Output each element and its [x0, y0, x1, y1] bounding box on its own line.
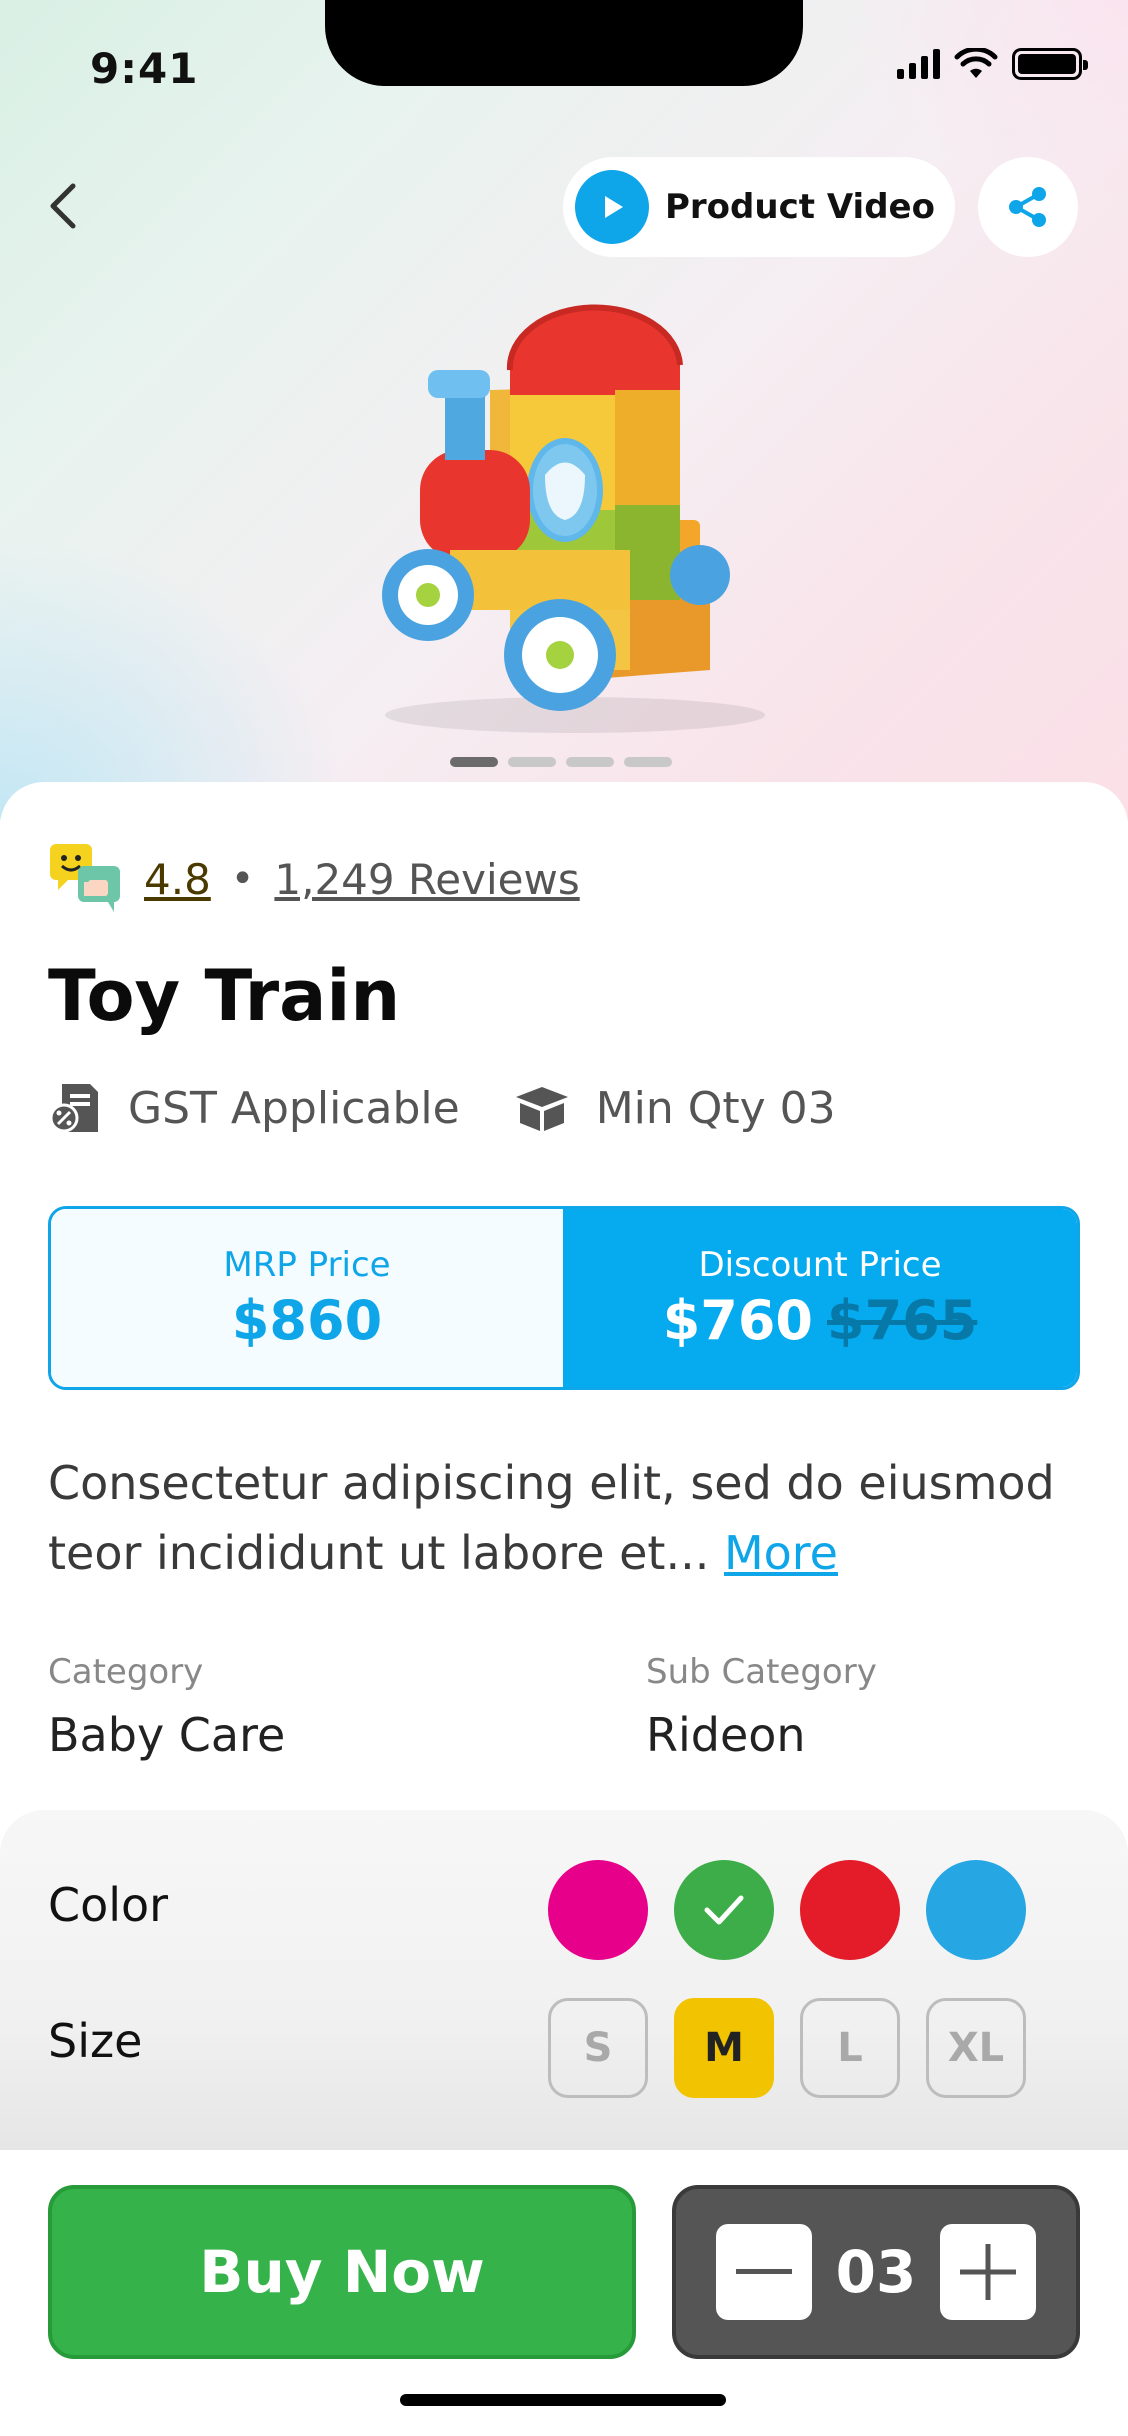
size-option-m[interactable]: M	[674, 1998, 774, 2098]
color-swatch-green[interactable]	[674, 1860, 774, 1960]
toy-train-image	[382, 304, 765, 733]
minus-icon	[736, 2269, 792, 2274]
mrp-value: $860	[231, 1288, 383, 1352]
mrp-label: MRP Price	[223, 1244, 391, 1285]
discount-price: Discount Price $760 $765	[563, 1209, 1077, 1387]
home-indicator[interactable]	[400, 2394, 726, 2406]
status-icons	[897, 48, 1088, 80]
play-icon	[575, 170, 649, 244]
discount-label: Discount Price	[698, 1244, 942, 1285]
buy-now-button[interactable]: Buy Now	[48, 2185, 636, 2359]
color-swatch-magenta[interactable]	[548, 1860, 648, 1960]
tax-document-icon	[49, 1084, 98, 1133]
subcategory-value: Rideon	[646, 1708, 806, 1762]
carousel-dot[interactable]	[624, 757, 672, 767]
mrp-price: MRP Price $860	[51, 1209, 563, 1387]
size-option-s[interactable]: S	[548, 1998, 648, 2098]
share-button[interactable]	[978, 157, 1078, 257]
quantity-value: 03	[835, 2238, 917, 2306]
device-notch	[325, 0, 803, 86]
product-video-label: Product Video	[665, 187, 935, 227]
category-value: Baby Care	[48, 1708, 286, 1762]
box-icon	[515, 1087, 568, 1131]
size-option-l[interactable]: L	[800, 1998, 900, 2098]
min-qty-label: Min Qty 03	[595, 1082, 836, 1134]
price-box: MRP Price $860 Discount Price $760 $765	[48, 1206, 1080, 1390]
more-link[interactable]: More	[724, 1526, 838, 1580]
size-label: Size	[48, 2014, 143, 2068]
signal-icon	[897, 49, 940, 79]
wifi-icon	[954, 48, 998, 78]
increase-button[interactable]	[940, 2224, 1036, 2320]
product-description: Consectetur adipiscing elit, sed do eius…	[48, 1448, 1088, 1588]
min-qty-info: Min Qty 03	[512, 1083, 836, 1134]
carousel-dot[interactable]	[450, 757, 498, 767]
gst-label: GST Applicable	[128, 1082, 460, 1134]
quantity-stepper: 03	[672, 2185, 1080, 2359]
subcategory-label: Sub Category	[646, 1652, 877, 1692]
status-time: 9:41	[90, 44, 199, 93]
product-meta: GST Applicable Min Qty 03	[48, 1080, 836, 1136]
battery-icon	[1012, 48, 1088, 80]
carousel-dot[interactable]	[566, 757, 614, 767]
share-icon	[1009, 187, 1046, 227]
rating-row: 4.8 • 1,249 Reviews	[48, 842, 580, 916]
discount-value: $760	[662, 1288, 813, 1352]
color-swatch-blue[interactable]	[926, 1860, 1026, 1960]
back-button[interactable]	[38, 176, 88, 236]
color-label: Color	[48, 1878, 169, 1932]
carousel-indicator[interactable]	[450, 757, 672, 767]
old-price: $765	[827, 1288, 978, 1352]
carousel-dot[interactable]	[508, 757, 556, 767]
rating-value[interactable]: 4.8	[144, 855, 211, 904]
check-icon	[704, 1895, 744, 1925]
discount-values: $760 $765	[663, 1289, 978, 1352]
plus-icon	[960, 2244, 1016, 2300]
product-video-button[interactable]: Product Video	[563, 157, 955, 257]
color-swatch-red[interactable]	[800, 1860, 900, 1960]
chevron-left-icon	[50, 183, 76, 229]
category-label: Category	[48, 1652, 204, 1692]
gst-info: GST Applicable	[48, 1080, 460, 1136]
size-option-xl[interactable]: XL	[926, 1998, 1026, 2098]
review-chat-icon	[50, 844, 120, 912]
reviews-link[interactable]: 1,249 Reviews	[274, 855, 579, 904]
options-panel	[0, 1810, 1128, 2150]
rating-separator: •	[230, 856, 255, 902]
product-title: Toy Train	[48, 955, 401, 1037]
description-text: Consectetur adipiscing elit, sed do eius…	[48, 1456, 1055, 1580]
decrease-button[interactable]	[716, 2224, 812, 2320]
